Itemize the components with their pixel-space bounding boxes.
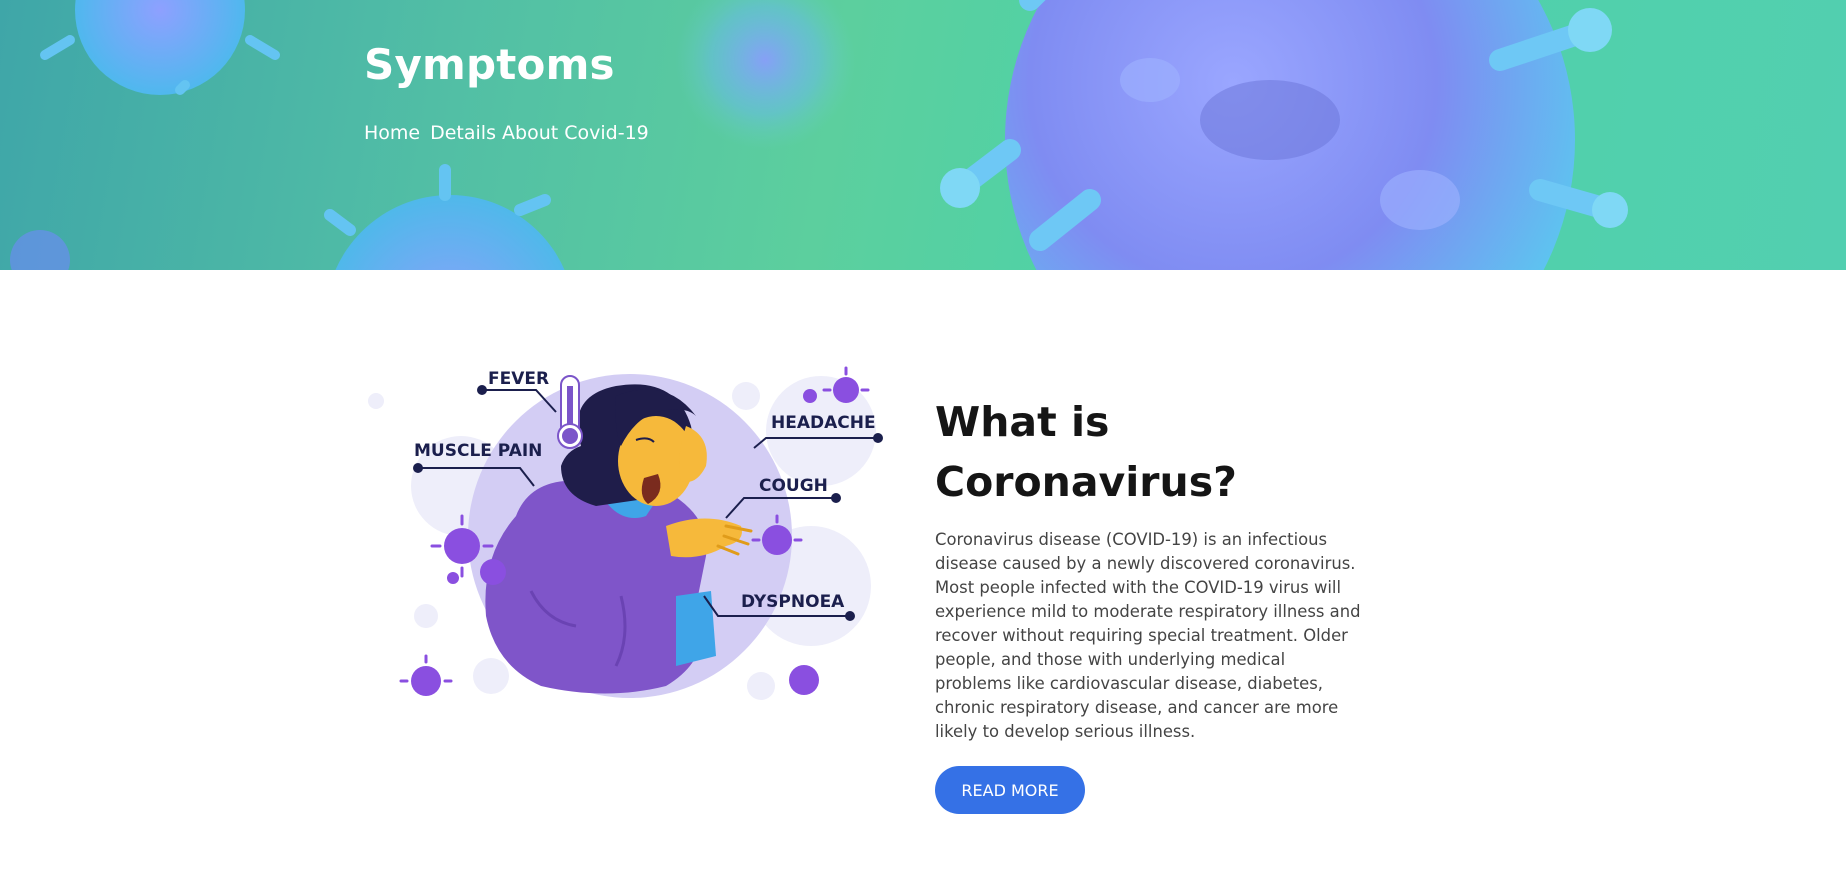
covid-symptoms-illustration: FEVER MUSCLE PAIN HEADACHE COUGH DYSPNOE… <box>368 366 883 700</box>
read-more-button[interactable]: READ MORE <box>935 766 1085 814</box>
hero-banner: Symptoms Home Details About Covid-19 <box>0 0 1846 270</box>
section-heading: What is Coronavirus? <box>935 392 1365 512</box>
page-title: Symptoms <box>364 40 615 89</box>
about-coronavirus-section: What is Coronavirus? Coronavirus disease… <box>935 392 1365 744</box>
section-body-text: Coronavirus disease (COVID-19) is an inf… <box>935 530 1361 741</box>
label-headache: HEADACHE <box>771 413 876 433</box>
breadcrumb: Home Details About Covid-19 <box>364 122 649 144</box>
label-fever: FEVER <box>488 369 549 389</box>
label-cough: COUGH <box>759 476 828 496</box>
label-dyspnoea: DYSPNOEA <box>741 592 845 612</box>
breadcrumb-current: Details About Covid-19 <box>430 122 649 144</box>
virus-background-graphic <box>10 0 1628 270</box>
label-muscle-pain: MUSCLE PAIN <box>414 441 542 461</box>
breadcrumb-home-link[interactable]: Home <box>364 122 420 144</box>
heading-line-1: What is <box>935 398 1110 446</box>
heading-line-2: Coronavirus? <box>935 458 1237 506</box>
